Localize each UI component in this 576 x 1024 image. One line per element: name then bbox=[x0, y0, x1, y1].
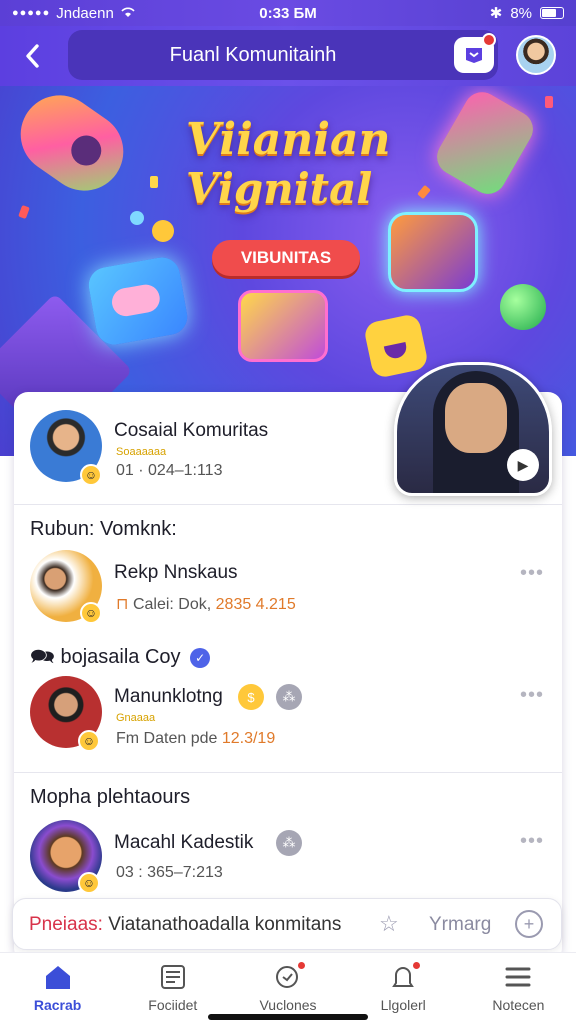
chat-icon: 🗪 bbox=[30, 646, 55, 668]
grid-icon: ⁂ bbox=[276, 684, 302, 710]
more-options-button[interactable]: ••• bbox=[520, 684, 544, 707]
search-bar[interactable]: Pneiaas: Viatanathoadalla konmitans ☆ Yr… bbox=[12, 898, 562, 950]
emoji-badge-icon: ☺ bbox=[78, 730, 100, 752]
verified-icon: ✓ bbox=[190, 647, 211, 668]
notification-badge bbox=[411, 960, 423, 971]
notification-button[interactable] bbox=[454, 33, 496, 73]
page-title: Fuanl Komunitainh bbox=[169, 44, 337, 66]
menu-icon bbox=[505, 967, 531, 987]
inbox-icon bbox=[466, 48, 482, 63]
bell-icon bbox=[388, 960, 423, 991]
star-icon[interactable]: ☆ bbox=[379, 911, 399, 937]
news-icon bbox=[160, 965, 185, 989]
section-title: Mopha plehtaours bbox=[30, 786, 191, 808]
search-input[interactable]: Pneiaas: Viatanathoadalla konmitans bbox=[29, 914, 341, 936]
user-avatar[interactable] bbox=[516, 35, 556, 75]
add-icon[interactable]: + bbox=[515, 910, 543, 938]
confetti bbox=[130, 211, 144, 225]
decor-shop-tile bbox=[388, 212, 478, 292]
confetti bbox=[545, 96, 553, 108]
search-text: Viatanathoadalla konmitans bbox=[108, 914, 342, 935]
coin-icon: $ bbox=[238, 684, 264, 710]
section-title: Rubun: Vomknk: bbox=[30, 518, 177, 540]
decor-smiley bbox=[362, 312, 430, 380]
featured-name[interactable]: Cosaial Komuritas bbox=[114, 420, 268, 442]
item-name[interactable]: Macahl Kadestik bbox=[114, 832, 253, 854]
item-meta-value: 12.3/19 bbox=[221, 730, 276, 747]
nav-label: Racrab bbox=[33, 997, 82, 1013]
divider bbox=[14, 504, 562, 505]
banner-subtitle: Vignital bbox=[186, 164, 373, 213]
status-bar: ●●●●● Jndaenn 0:33 БM ✱ 8% bbox=[0, 0, 576, 26]
nav-item-home[interactable]: Racrab bbox=[0, 953, 115, 1024]
featured-subtitle: Soaaaaaa bbox=[116, 446, 167, 458]
nav-item-menu[interactable]: Notecen bbox=[461, 953, 576, 1024]
confetti bbox=[417, 184, 431, 200]
emoji-badge-icon: ☺ bbox=[78, 872, 100, 894]
featured-video-thumbnail[interactable]: ▶ bbox=[394, 362, 552, 496]
battery-percent: 8% bbox=[510, 4, 532, 22]
bluetooth-icon: ✱ bbox=[489, 5, 503, 22]
item-meta: 03 : 365–7:213 bbox=[116, 864, 223, 881]
section-title-text: bojasaila Coy bbox=[60, 646, 181, 668]
item-meta-value: 2835 4.215 bbox=[215, 596, 296, 613]
chat-icon bbox=[273, 960, 307, 991]
confetti bbox=[150, 176, 158, 188]
home-indicator bbox=[208, 1014, 368, 1020]
notification-badge bbox=[296, 960, 307, 971]
item-subtitle: Gnaaaa bbox=[116, 712, 156, 724]
signal-icon: ●●●●● bbox=[12, 7, 51, 19]
divider bbox=[14, 772, 562, 773]
play-icon[interactable]: ▶ bbox=[507, 449, 539, 481]
wifi-icon bbox=[120, 5, 136, 22]
title-pill: Fuanl Komunitainh bbox=[68, 30, 498, 80]
decor-controller bbox=[5, 86, 139, 206]
more-options-button[interactable]: ••• bbox=[520, 562, 544, 585]
featured-meta: 01 · 024–1:113 bbox=[116, 462, 223, 479]
video-face bbox=[445, 383, 507, 453]
grid-icon: ⁂ bbox=[276, 830, 302, 856]
status-time: 0:33 БM bbox=[259, 4, 317, 22]
nav-label: Fociidet bbox=[148, 997, 198, 1013]
back-button[interactable] bbox=[14, 38, 50, 74]
emoji-badge-icon: ☺ bbox=[80, 602, 102, 624]
nav-label: Vuclones bbox=[259, 997, 317, 1013]
app-header: Fuanl Komunitainh bbox=[0, 26, 576, 86]
carrier-name: Jndaenn bbox=[56, 4, 114, 22]
decor-card bbox=[85, 254, 191, 348]
section-title: 🗪 bojasaila Coy ✓ bbox=[30, 642, 211, 676]
chevron-left-icon bbox=[26, 44, 39, 68]
emoji-badge-icon: ☺ bbox=[80, 464, 102, 486]
confetti bbox=[152, 220, 174, 242]
battery-icon bbox=[540, 7, 564, 19]
search-prefix: Pneiaas: bbox=[29, 914, 103, 935]
item-name[interactable]: Manunklotng bbox=[114, 686, 223, 708]
nav-label: Notecen bbox=[492, 997, 545, 1013]
banner-tag-button[interactable]: VIBUNITAS bbox=[212, 240, 360, 276]
item-name[interactable]: Rekp Nnskaus bbox=[114, 562, 238, 584]
nav-label: Llgolerl bbox=[380, 997, 426, 1013]
decor-ball bbox=[500, 284, 546, 330]
item-meta-prefix: Calei: Dok, bbox=[132, 596, 212, 613]
notification-badge bbox=[482, 33, 496, 47]
calendar-icon: ⊓ bbox=[116, 596, 129, 613]
decor-gamepad bbox=[430, 86, 540, 201]
banner-title: Viianian bbox=[186, 114, 391, 165]
item-meta: Fm Daten pde 12.3/19 bbox=[116, 730, 275, 748]
item-meta: ⊓ Calei: Dok, 2835 4.215 bbox=[116, 594, 296, 614]
decor-screen-tile bbox=[238, 290, 328, 362]
search-filter-label[interactable]: Yrmarg bbox=[429, 914, 491, 936]
item-meta-prefix: Fm Daten pde bbox=[116, 730, 218, 747]
home-icon bbox=[45, 966, 70, 989]
confetti bbox=[18, 204, 30, 220]
more-options-button[interactable]: ••• bbox=[520, 830, 544, 853]
